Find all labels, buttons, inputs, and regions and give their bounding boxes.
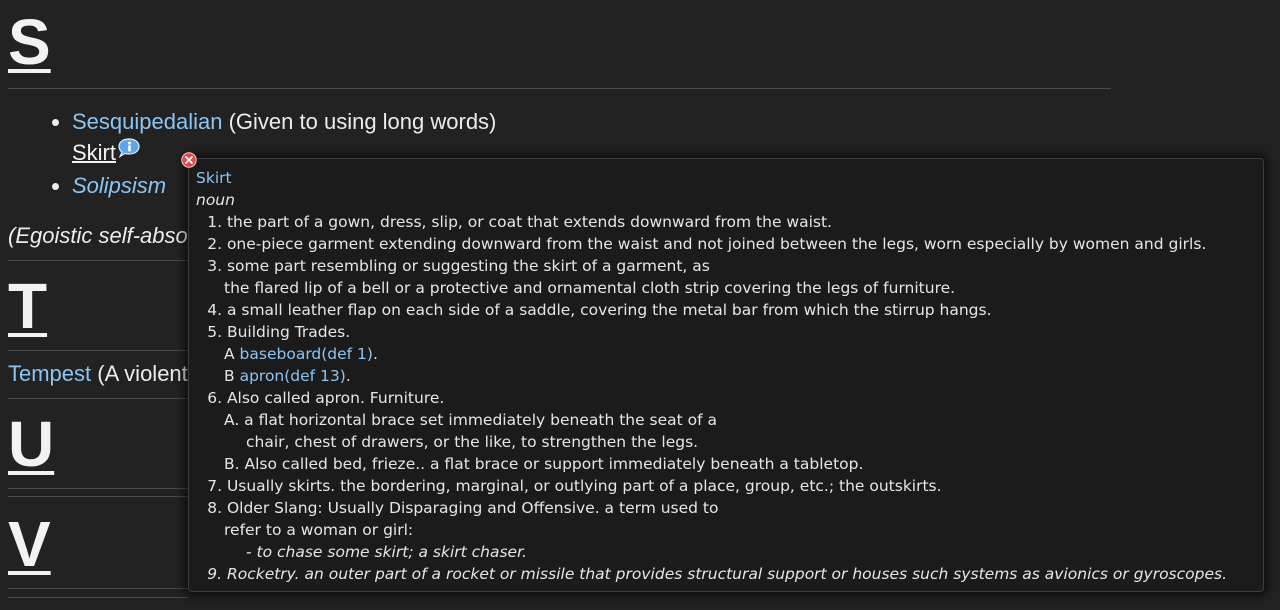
section-divider (8, 88, 1111, 89)
list-item: Sesquipedalian (Given to using long word… (72, 106, 496, 138)
close-icon[interactable] (181, 152, 197, 168)
definition-item: 8. Older Slang: Usually Disparaging and … (196, 497, 1257, 519)
term-link-solipsism[interactable]: Solipsism (72, 173, 166, 198)
definition-example: - to chase some skirt; a skirt chaser. (246, 543, 527, 561)
definition-item: 9. Rocketry. an outer part of a rocket o… (196, 563, 1257, 585)
definition-text: one-piece garment extending downward fro… (226, 235, 1207, 253)
term-entry-tempest: Tempest (A violent (8, 361, 188, 387)
definition-number: 9. (207, 565, 222, 583)
definition-item: 4. a small leather flap on each side of … (196, 299, 1257, 321)
cross-reference-link-apron[interactable]: apron(def 13) (240, 367, 346, 385)
definition-item: 1. the part of a gown, dress, slip, or c… (196, 211, 1257, 233)
definition-number: 3. (207, 257, 222, 275)
term-gloss: (A violent (97, 361, 188, 386)
definition-subtext: chair, chest of drawers, or the like, to… (246, 433, 699, 451)
definition-number: 5. (207, 323, 222, 341)
definition-number: 1. (207, 213, 222, 231)
definition-subtext: refer to a woman or girl: (224, 521, 414, 539)
definition-text: Older Slang: Usually Disparaging and Off… (226, 499, 719, 517)
definition-list: 1. the part of a gown, dress, slip, or c… (196, 211, 1257, 585)
glossary-page: S Sesquipedalian (Given to using long wo… (0, 0, 1280, 610)
definition-content: Skirt noun 1. the part of a gown, dress,… (196, 167, 1257, 585)
hovered-word-skirt[interactable]: Skirt (72, 140, 116, 166)
definition-number: 4. (207, 301, 222, 319)
info-bubble-icon[interactable] (117, 138, 141, 158)
definition-subtext: the flared lip of a bell or a protective… (224, 279, 956, 297)
term-gloss: (Given to using long words) (228, 109, 497, 134)
definition-item: 7. Usually skirts. the bordering, margin… (196, 475, 1257, 497)
definition-text: Rocketry. an outer part of a rocket or m… (226, 565, 1228, 583)
definition-number: 8. (207, 499, 222, 517)
definition-subtext: B. Also called bed, frieze.. a flat brac… (224, 455, 864, 473)
section-heading-s: S (8, 6, 51, 78)
popup-word: Skirt (196, 169, 232, 187)
term-link-sesquipedalian[interactable]: Sesquipedalian (72, 109, 222, 134)
definition-text: some part resembling or suggesting the s… (226, 257, 710, 275)
definition-subitem: A baseboard(def 1). (224, 345, 378, 363)
section-heading-t: T (8, 270, 48, 342)
part-of-speech: noun (196, 191, 235, 209)
definition-text: Also called apron. Furniture. (226, 389, 445, 407)
section-divider (8, 260, 188, 261)
definition-number: 7. (207, 477, 222, 495)
definition-item: 5. Building Trades. (196, 321, 1257, 343)
section-divider (8, 398, 188, 399)
definition-text: the part of a gown, dress, slip, or coat… (226, 213, 832, 231)
definition-text: Usually skirts. the bordering, marginal,… (226, 477, 942, 495)
section-divider (8, 496, 188, 497)
subitem-label: A (224, 345, 235, 363)
section-divider (8, 588, 188, 589)
definition-item: 3. some part resembling or suggesting th… (196, 255, 1257, 277)
section-heading-v: V (8, 508, 51, 580)
definition-subitem: B apron(def 13). (224, 367, 351, 385)
subitem-label: B (224, 367, 235, 385)
term-gloss-partial: (Egoistic self-abso (8, 223, 188, 248)
section-divider (8, 488, 188, 489)
term-link-tempest[interactable]: Tempest (8, 361, 91, 386)
definition-popup: Skirt noun 1. the part of a gown, dress,… (188, 158, 1264, 592)
cross-reference-link-baseboard[interactable]: baseboard(def 1) (240, 345, 373, 363)
definition-subtext: A. a flat horizontal brace set immediate… (224, 411, 718, 429)
section-divider (8, 597, 188, 598)
list-item: Solipsism (72, 170, 166, 202)
definition-number: 2. (207, 235, 222, 253)
section-divider (8, 350, 188, 351)
definition-item: 6. Also called apron. Furniture. (196, 387, 1257, 409)
s-term-list: Sesquipedalian (Given to using long word… (52, 106, 496, 138)
s-term-list-continued: Solipsism (52, 170, 166, 202)
definition-text: a small leather flap on each side of a s… (226, 301, 992, 319)
definition-number: 6. (207, 389, 222, 407)
definition-item: 2. one-piece garment extending downward … (196, 233, 1257, 255)
definition-text: Building Trades. (226, 323, 351, 341)
section-heading-u: U (8, 408, 55, 480)
